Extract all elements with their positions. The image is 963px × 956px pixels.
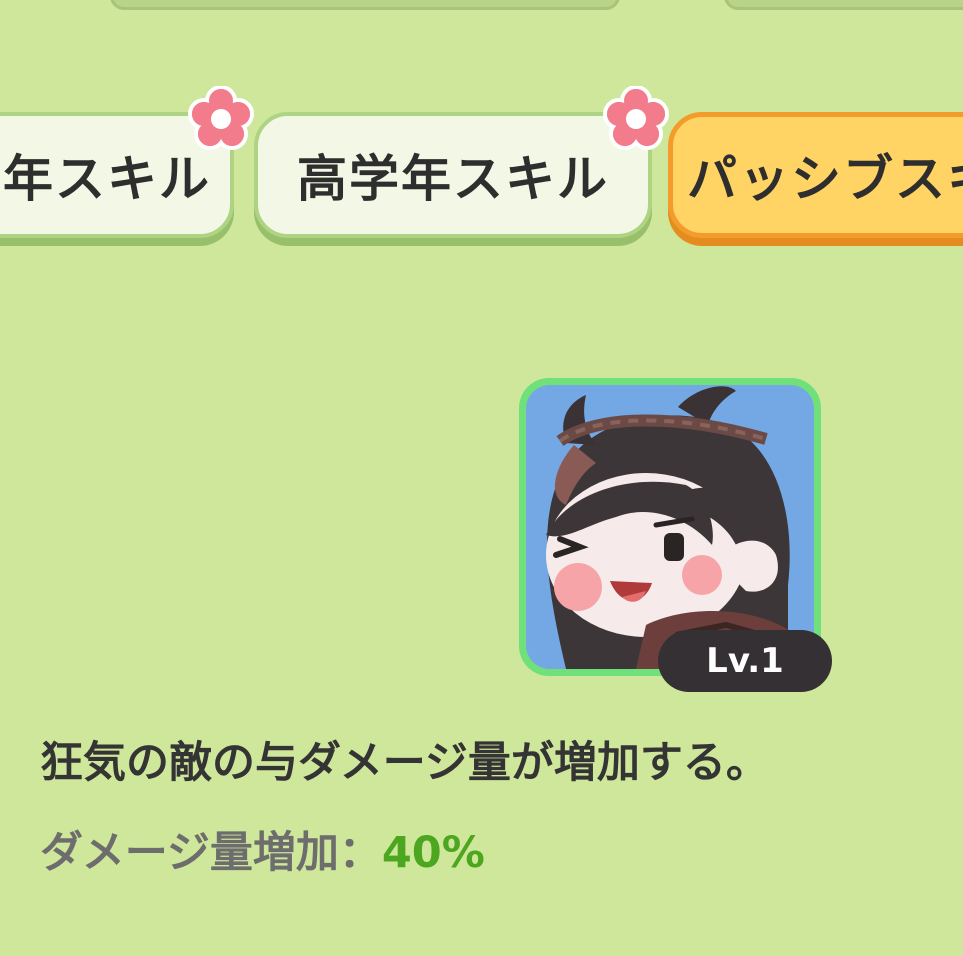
flower-icon [188,86,254,150]
top-panel-edge-right [724,0,963,10]
stat-label: ダメージ量増加： [40,828,382,878]
tab-label: 高学年スキル [297,150,609,208]
flower-icon [603,86,669,150]
level-badge: Lv.1 [658,630,832,692]
top-panel-edge-left [110,0,620,10]
skill-stat: ダメージ量増加：40% [40,818,485,880]
skill-description: 狂気の敵の与ダメージ量が増加する。 [40,738,769,788]
tab-upper-grade-skill[interactable]: 高学年スキル [254,112,652,238]
stat-value: 40% [381,828,485,878]
tab-label: 年スキル [3,150,211,208]
tab-label: パッシブスキ [687,150,963,208]
tab-passive-skill[interactable]: パッシブスキ [668,112,963,238]
character-portrait [526,385,814,669]
